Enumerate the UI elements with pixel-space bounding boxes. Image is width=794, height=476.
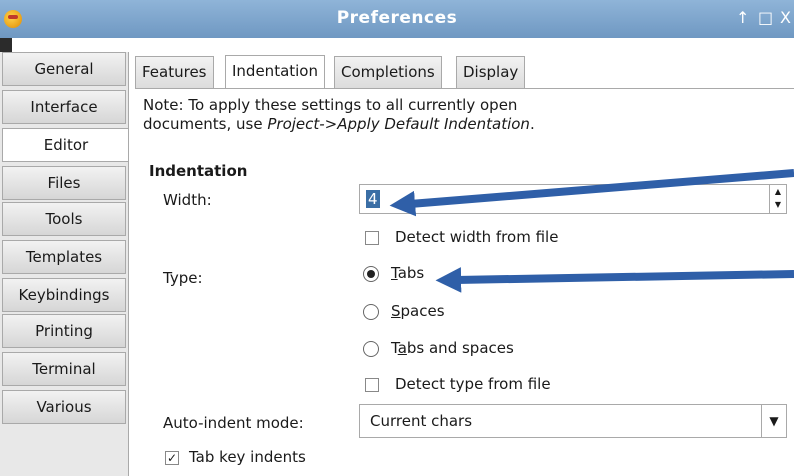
annotation-arrows [389, 169, 794, 293]
arrow-to-tabs-option [435, 267, 794, 293]
arrow-to-width-field [389, 169, 794, 217]
